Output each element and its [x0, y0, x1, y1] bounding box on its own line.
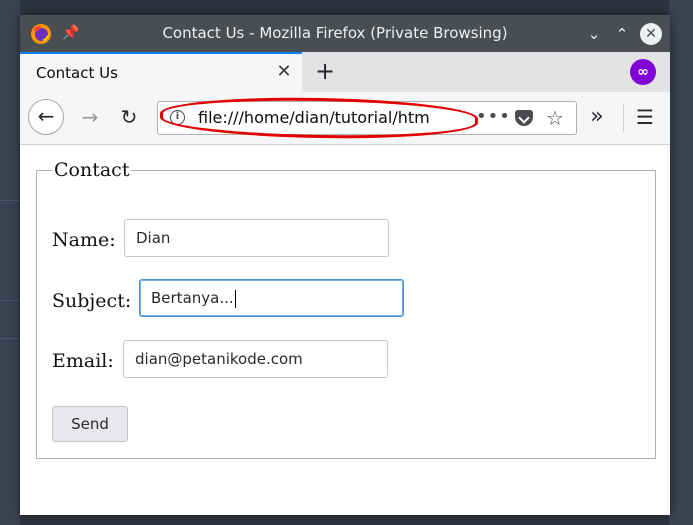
name-input[interactable]: Dian [124, 219, 389, 257]
send-button[interactable]: Send [52, 406, 128, 442]
tab-contact-us[interactable]: Contact Us ✕ [20, 52, 302, 92]
maximize-button[interactable]: ⌃ [610, 22, 634, 46]
private-browsing-icon: ∞ [630, 59, 656, 85]
subject-label: Subject: [52, 290, 132, 312]
toolbar-divider [623, 104, 624, 132]
overflow-menu-button[interactable]: » [585, 105, 609, 129]
back-button[interactable]: ← [28, 99, 64, 135]
email-input[interactable]: dian@petanikode.com [123, 340, 388, 378]
text-cursor [234, 289, 236, 308]
navigation-toolbar: ← → ↻ i file:///home/dian/tutorial/htm •… [20, 92, 670, 145]
email-label: Email: [52, 350, 114, 372]
desktop-divider [0, 338, 20, 339]
desktop-background-right [669, 0, 693, 525]
desktop-divider [0, 300, 20, 301]
subject-value: Bertanya... [151, 289, 234, 307]
window-title: Contact Us - Mozilla Firefox (Private Br… [162, 24, 508, 42]
contact-fieldset: Contact Name: Dian Subject: Bertanya... … [36, 159, 656, 459]
minimize-button[interactable]: ⌄ [582, 22, 606, 46]
pin-icon[interactable]: 📌 [62, 24, 79, 42]
close-window-button[interactable]: ✕ [640, 23, 662, 45]
desktop-divider [0, 200, 20, 201]
bookmark-star-icon[interactable]: ☆ [546, 103, 564, 133]
tab-bar: Contact Us ✕ + ∞ [20, 52, 670, 92]
hamburger-menu-button[interactable]: ☰ [633, 105, 657, 129]
pocket-icon[interactable] [515, 110, 533, 126]
close-tab-icon[interactable]: ✕ [272, 60, 296, 84]
reload-button[interactable]: ↻ [117, 105, 141, 129]
page-content: Contact Name: Dian Subject: Bertanya... … [20, 145, 670, 515]
new-tab-button[interactable]: + [312, 58, 338, 84]
page-actions-icon[interactable]: ••• [476, 102, 511, 132]
firefox-window: 📌 Contact Us - Mozilla Firefox (Private … [20, 15, 670, 515]
desktop-background-left [0, 0, 20, 525]
tab-label: Contact Us [36, 64, 118, 82]
name-label: Name: [52, 229, 116, 251]
forward-button[interactable]: → [78, 105, 102, 129]
firefox-logo-icon [31, 24, 51, 44]
fieldset-legend: Contact [54, 159, 130, 181]
subject-input[interactable]: Bertanya... [139, 279, 404, 317]
title-bar[interactable]: 📌 Contact Us - Mozilla Firefox (Private … [20, 15, 670, 52]
